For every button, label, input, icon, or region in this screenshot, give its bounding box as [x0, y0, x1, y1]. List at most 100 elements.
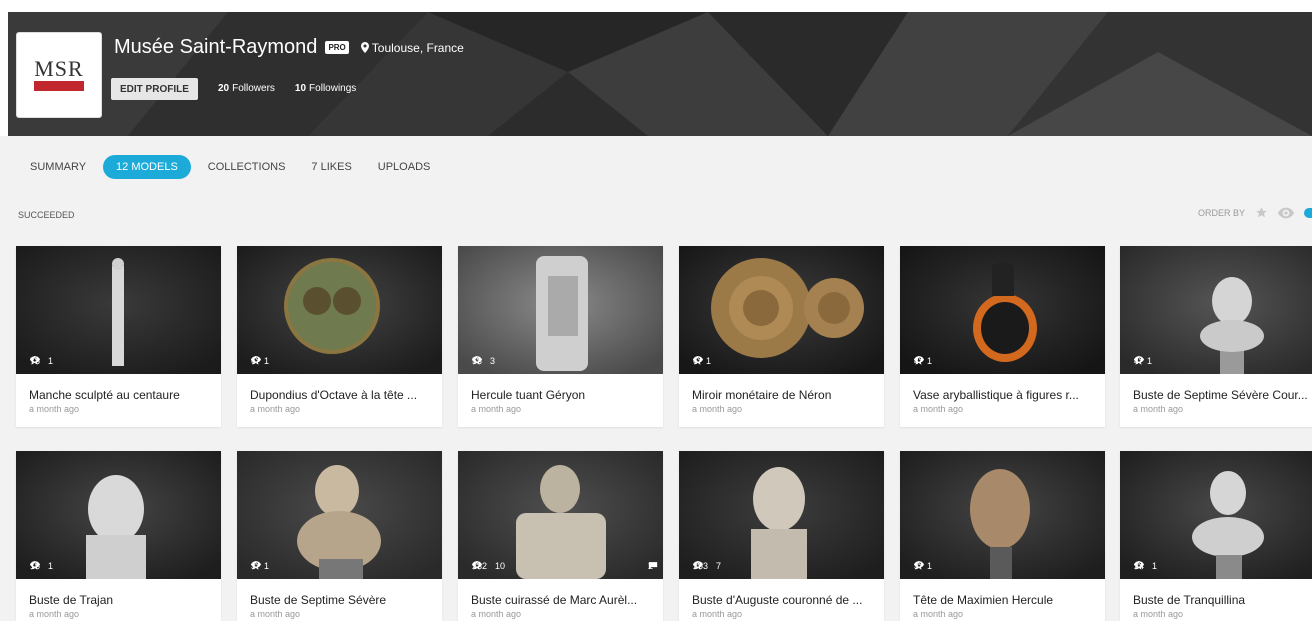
model-thumbnail[interactable]: 78 1	[16, 246, 221, 374]
model-card[interactable]: 61 Dupondius d'Octave à la tête ... a mont…	[237, 246, 442, 427]
likes-icon	[251, 356, 260, 365]
likes-count: 1	[251, 356, 270, 366]
model-thumbnail[interactable]: 31	[900, 451, 1105, 579]
model-thumbnail[interactable]: 61	[237, 246, 442, 374]
logo-bar	[34, 81, 84, 91]
model-title[interactable]: Buste de Trajan	[16, 579, 221, 607]
model-stats: 31	[914, 561, 932, 571]
model-preview-image	[900, 246, 1105, 374]
model-thumbnail[interactable]: 2537	[679, 451, 884, 579]
likes-value: 1	[1147, 356, 1153, 366]
location-text: Toulouse, France	[371, 40, 464, 55]
star-icon[interactable]	[1255, 206, 1268, 219]
profile-name: Musée Saint-Raymond	[114, 36, 318, 58]
comments-icon	[648, 562, 658, 570]
model-card[interactable]: 31 Tête de Maximien Hercule a month ago	[900, 451, 1105, 621]
likes-value: 1	[264, 561, 270, 571]
model-thumbnail[interactable]: 24 1	[1120, 451, 1312, 579]
model-title[interactable]: Buste de Septime Sévère	[237, 579, 442, 607]
model-title[interactable]: Miroir monétaire de Néron	[679, 374, 884, 402]
tab-collections[interactable]: COLLECTIONS	[195, 155, 299, 179]
tab-likes[interactable]: 7 LIKES	[298, 155, 364, 179]
model-thumbnail[interactable]: 41	[1120, 246, 1312, 374]
model-title[interactable]: Buste cuirassé de Marc Aurèl...	[458, 579, 663, 607]
model-thumbnail[interactable]: 23210 2	[458, 451, 663, 579]
model-time: a month ago	[913, 609, 964, 619]
model-title[interactable]: Vase aryballistique à figures r...	[900, 374, 1105, 402]
model-card[interactable]: 2537 Buste d'Auguste couronné de ... a mon…	[679, 451, 884, 621]
tab-summary[interactable]: SUMMARY	[18, 155, 99, 179]
model-stats: 31	[251, 561, 269, 571]
comments-count: 2	[648, 561, 658, 571]
likes-count: 1	[914, 356, 932, 366]
model-title[interactable]: Buste de Tranquillina	[1120, 579, 1312, 607]
model-stats: 78 1	[30, 356, 53, 366]
model-card[interactable]: 41 Vase aryballistique à figures r... a mo…	[900, 246, 1105, 427]
likes-value: 7	[716, 561, 722, 571]
likes-icon	[1134, 561, 1143, 570]
model-preview-image	[900, 451, 1105, 579]
model-thumbnail[interactable]: 53 3	[458, 246, 663, 374]
likes-icon	[693, 356, 702, 365]
likes-value: 3	[490, 356, 496, 366]
model-thumbnail[interactable]: 31	[237, 451, 442, 579]
model-preview-image	[16, 246, 221, 374]
likes-count: 10	[472, 561, 506, 571]
model-card[interactable]: 41 Buste de Septime Sévère Cour... a month…	[1120, 246, 1312, 427]
profile-title: Musée Saint-Raymond PRO Toulouse, France	[114, 36, 464, 59]
section-label: SUCCEEDED	[18, 210, 75, 220]
likes-value: 1	[706, 356, 712, 366]
model-title[interactable]: Manche sculpté au centaure	[16, 374, 221, 402]
likes-count: 1	[914, 561, 932, 571]
model-thumbnail[interactable]: 41	[900, 246, 1105, 374]
profile-stats: 20 Followers 10 Followings	[218, 83, 356, 94]
model-time: a month ago	[250, 404, 301, 414]
followings-link[interactable]: 10 Followings	[295, 83, 356, 94]
model-thumbnail[interactable]: 16 1	[16, 451, 221, 579]
model-stats: 41	[914, 356, 932, 366]
tab-uploads[interactable]: UPLOADS	[365, 155, 444, 179]
model-title[interactable]: Dupondius d'Octave à la tête ...	[237, 374, 442, 402]
model-stats: 16 1	[30, 561, 53, 571]
likes-value: 1	[48, 561, 54, 571]
likes-icon	[914, 356, 923, 365]
model-preview-image	[679, 451, 884, 579]
model-card[interactable]: 24 1 Buste de Tranquillina a month ago	[1120, 451, 1312, 621]
followings-label: Followings	[309, 83, 357, 94]
likes-icon	[693, 561, 702, 570]
model-card[interactable]: 61 Miroir monétaire de Néron a month ago	[679, 246, 884, 427]
model-time: a month ago	[471, 609, 522, 619]
edit-profile-button[interactable]: EDIT PROFILE	[111, 78, 198, 100]
likes-count: 1	[1134, 356, 1153, 366]
pro-badge: PRO	[325, 41, 349, 54]
model-preview-image	[458, 451, 663, 579]
profile-avatar[interactable]: MSR	[16, 32, 102, 118]
model-time: a month ago	[1133, 609, 1184, 619]
model-card[interactable]: 78 1 Manche sculpté au centaure a month ago	[16, 246, 221, 427]
logo-text: MSR	[34, 56, 84, 81]
followers-link[interactable]: 20 Followers	[218, 83, 275, 94]
model-preview-image	[1120, 451, 1312, 579]
model-title[interactable]: Hercule tuant Géryon	[458, 374, 663, 402]
likes-count: 3	[472, 356, 496, 366]
likes-count: 7	[693, 561, 722, 571]
likes-value: 10	[495, 561, 506, 571]
model-card[interactable]: 16 1 Buste de Trajan a month ago	[16, 451, 221, 621]
model-card[interactable]: 23210 2 Buste cuirassé de Marc Aurèl... a m…	[458, 451, 663, 621]
model-thumbnail[interactable]: 61	[679, 246, 884, 374]
model-card[interactable]: 53 3 Hercule tuant Géryon a month ago	[458, 246, 663, 427]
followings-count: 10	[294, 83, 307, 94]
model-title[interactable]: Buste de Septime Sévère Cour...	[1120, 374, 1312, 402]
model-stats: 41	[1134, 356, 1152, 366]
model-title[interactable]: Tête de Maximien Hercule	[900, 579, 1105, 607]
model-card[interactable]: 31 Buste de Septime Sévère a month ago	[237, 451, 442, 621]
likes-value: 1	[264, 356, 270, 366]
profile-banner: MSR Musée Saint-Raymond PRO Toulouse, Fr…	[8, 12, 1312, 136]
model-title[interactable]: Buste d'Auguste couronné de ...	[679, 579, 884, 607]
order-active-indicator[interactable]	[1304, 207, 1312, 218]
likes-icon	[914, 561, 923, 570]
profile-location[interactable]: Toulouse, France	[360, 40, 464, 55]
likes-count: 1	[30, 356, 53, 366]
eye-icon[interactable]	[1278, 207, 1294, 219]
tab-models[interactable]: 12 MODELS	[103, 155, 191, 179]
